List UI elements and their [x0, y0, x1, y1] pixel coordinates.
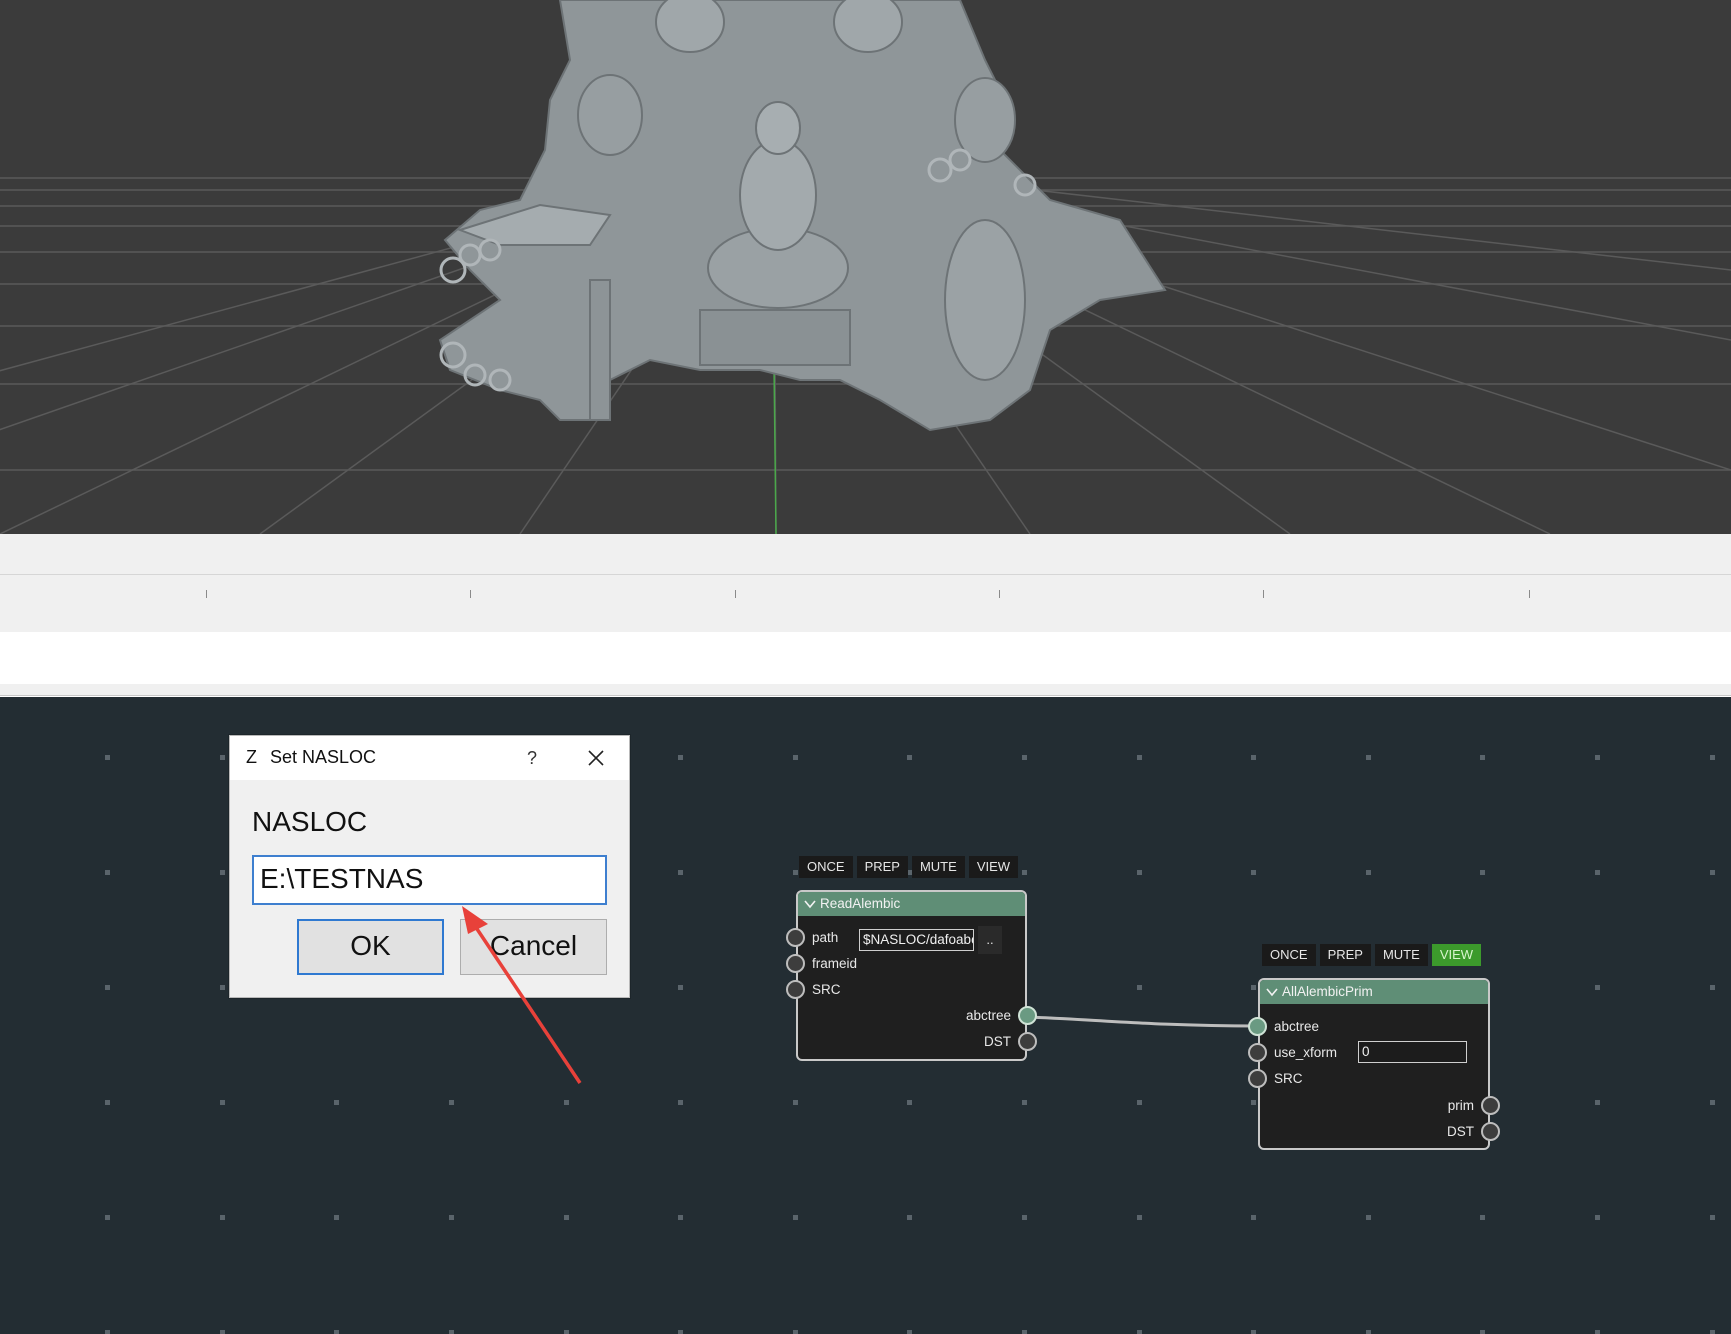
app-icon: Z — [246, 747, 257, 767]
input-label-use-xform: use_xform — [1274, 1045, 1338, 1060]
nasloc-input[interactable]: E:\TESTNAS — [252, 855, 607, 905]
once-button[interactable]: ONCE — [1262, 944, 1316, 966]
dialog-title-bar[interactable]: Z Set NASLOC ? — [230, 736, 629, 780]
input-label-frameid: frameid — [812, 956, 858, 971]
node-header[interactable]: ReadAlembic — [798, 892, 1025, 916]
output-label-dst: DST — [984, 1034, 1011, 1049]
timeline-tick — [999, 590, 1000, 598]
timeline-track[interactable] — [0, 632, 1731, 684]
chevron-down-icon[interactable] — [1266, 986, 1278, 998]
view-button[interactable]: VIEW — [968, 856, 1019, 878]
input-label-src: SRC — [812, 982, 841, 997]
app-window: ONCE PREP MUTE VIEW ReadAlembic path $NA… — [0, 0, 1731, 1334]
ok-button[interactable]: OK — [297, 919, 444, 975]
output-socket-dst[interactable] — [1481, 1122, 1500, 1141]
close-icon — [588, 750, 604, 766]
input-socket-frameid[interactable] — [786, 954, 805, 973]
prep-button[interactable]: PREP — [856, 856, 908, 878]
cancel-button[interactable]: Cancel — [460, 919, 607, 975]
timeline[interactable] — [0, 534, 1731, 632]
node-header[interactable]: AllAlembicPrim — [1260, 980, 1488, 1004]
input-socket-use-xform[interactable] — [1248, 1043, 1267, 1062]
timeline-tick — [735, 590, 736, 598]
wire-abctree — [1025, 1015, 1259, 1028]
timeline-tick — [470, 590, 471, 598]
timeline-tick — [206, 590, 207, 598]
input-label-abctree: abctree — [1274, 1019, 1320, 1034]
prep-button[interactable]: PREP — [1319, 944, 1371, 966]
chevron-down-icon[interactable] — [804, 898, 816, 910]
input-label-src: SRC — [1274, 1071, 1303, 1086]
timeline-divider — [0, 574, 1731, 575]
path-input[interactable]: $NASLOC/dafoabc — [859, 929, 974, 951]
help-button[interactable]: ? — [515, 742, 549, 774]
mute-button[interactable]: MUTE — [911, 856, 965, 878]
node-title: AllAlembicPrim — [1282, 984, 1373, 999]
close-button[interactable] — [578, 742, 614, 774]
input-label-path: path — [812, 930, 839, 945]
use-xform-input[interactable]: 0 — [1358, 1041, 1467, 1063]
3d-viewport[interactable] — [0, 0, 1731, 534]
node-title: ReadAlembic — [820, 896, 901, 911]
timeline-tick — [1263, 590, 1264, 598]
read-alembic-options: ONCE PREP MUTE VIEW — [799, 856, 1019, 878]
output-label-dst: DST — [1447, 1124, 1474, 1139]
all-alembic-prim-options: ONCE PREP MUTE VIEW — [1262, 944, 1482, 966]
output-socket-prim[interactable] — [1481, 1096, 1500, 1115]
viewport-scene — [0, 0, 1731, 534]
input-socket-abctree[interactable] — [1248, 1017, 1267, 1036]
output-socket-dst[interactable] — [1018, 1032, 1037, 1051]
mute-button[interactable]: MUTE — [1374, 944, 1428, 966]
browse-button[interactable]: .. — [978, 926, 1002, 954]
nasloc-label: NASLOC — [252, 806, 368, 837]
set-nasloc-dialog: Z Set NASLOC ? NASLOC E:\TESTNAS OK Canc… — [229, 735, 630, 998]
node-read-alembic[interactable]: ReadAlembic path $NASLOC/dafoabc .. fram… — [786, 890, 1037, 1061]
panel-splitter[interactable] — [0, 684, 1731, 696]
output-label-prim: prim — [1447, 1098, 1474, 1113]
input-socket-path[interactable] — [786, 928, 805, 947]
node-all-alembic-prim[interactable]: AllAlembicPrim abctree use_xform 0 SRC p… — [1248, 978, 1500, 1150]
view-button-active[interactable]: VIEW — [1431, 944, 1482, 966]
output-socket-abctree[interactable] — [1018, 1006, 1037, 1025]
input-socket-src[interactable] — [1248, 1069, 1267, 1088]
input-socket-src[interactable] — [786, 980, 805, 999]
once-button[interactable]: ONCE — [799, 856, 853, 878]
output-label-abctree: abctree — [965, 1008, 1011, 1023]
timeline-tick — [1529, 590, 1530, 598]
dialog-title: Set NASLOC — [270, 747, 377, 767]
